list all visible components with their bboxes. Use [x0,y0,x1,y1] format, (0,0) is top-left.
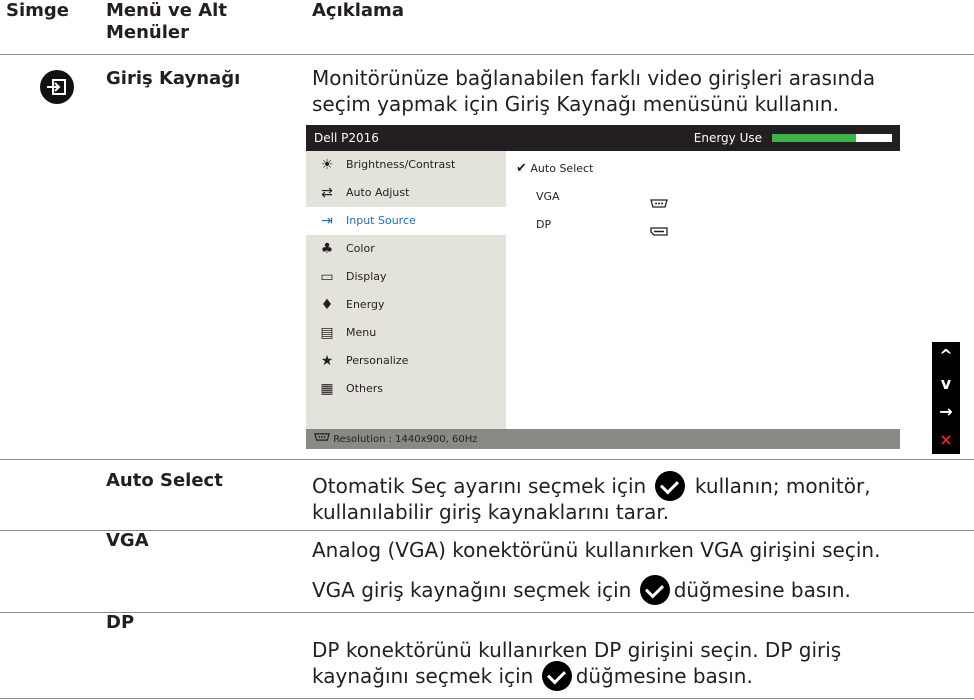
color-icon: ♣ [320,241,334,257]
osd-item-display[interactable]: ▭ Display [306,263,506,291]
row-desc-vga-line1: Analog (VGA) konektörünü kullanırken VGA… [312,538,881,562]
desc-text: VGA giriş kaynağını seçmek için [312,578,632,602]
close-button[interactable]: × [932,426,960,454]
osd-item-label: Others [346,382,383,395]
osd-energy-label: Energy Use [693,131,762,145]
row-title-auto-select: Auto Select [106,470,223,491]
input-source-icon [40,70,74,104]
osd-item-color[interactable]: ♣ Color [306,235,506,263]
osd-energy-fill [772,134,856,142]
osd-item-label: Display [346,270,387,283]
section-title: Giriş Kaynağı [106,68,241,89]
desc-text: düğmesine basın. [673,578,851,602]
menu-icon: ▤ [320,325,334,341]
up-icon: ^ [939,346,953,365]
osd-resolution: Resolution : 1440x900, 60Hz [333,434,478,445]
osd-item-label: Menu [346,326,377,339]
osd-option-vga[interactable]: VGA [536,183,560,211]
osd-item-label: Input Source [346,214,416,227]
osd-item-personalize[interactable]: ★ Personalize [306,347,506,375]
desc-text: düğmesine basın. [575,664,753,688]
desc-text: kullanın; monitör, [688,474,871,498]
vga-port-icon [314,429,330,449]
header-icon: Simge [6,0,69,21]
close-icon: × [939,430,953,449]
osd-model: Dell P2016 [314,131,379,145]
osd-item-brightness[interactable]: ☀ Brightness/Contrast [306,151,506,179]
header-divider [0,54,974,55]
bottom-divider [0,698,974,699]
header-menu-line1: Menü ve Alt [106,0,227,21]
osd-option-auto-select[interactable]: ✔ Auto Select [516,155,593,183]
monitor-icon: ▭ [320,269,334,285]
osd-option-label: DP [536,218,552,231]
osd-item-label: Auto Adjust [346,186,410,199]
row-desc-auto-select-line1: Otomatik Seç ayarını seçmek için kullanı… [312,470,871,501]
enter-icon: → [939,402,953,421]
input-icon: ⇥ [321,213,333,229]
osd-item-energy[interactable]: ♦ Energy [306,291,506,319]
grid-icon: ▦ [320,381,334,397]
arrows-icon: ⇄ [321,185,333,201]
drop-icon: ♦ [320,297,334,313]
row-desc-vga-line2: VGA giriş kaynağını seçmek için düğmesin… [312,574,851,605]
row-desc-dp-line1: DP konektörünü kullanırken DP girişini s… [312,638,842,662]
sun-icon: ☀ [320,157,334,173]
star-icon: ★ [320,353,334,369]
row-title-vga: VGA [106,530,149,551]
up-button[interactable]: ^ [932,342,960,370]
row-divider [0,612,974,613]
osd-option-label: Auto Select [530,162,594,175]
osd-item-menu[interactable]: ▤ Menu [306,319,506,347]
row-title-dp: DP [106,612,135,633]
osd-menu-list: ☀ Brightness/Contrast ⇄ Auto Adjust ⇥ In… [306,151,506,429]
osd-item-label: Energy [346,298,385,311]
osd-status-bar: Resolution : 1440x900, 60Hz [306,429,900,449]
osd-item-label: Color [346,242,375,255]
osd-item-others[interactable]: ▦ Others [306,375,506,403]
header-menu-line2: Menüler [106,22,190,43]
header-description: Açıklama [312,0,404,21]
osd-menu: Dell P2016 Energy Use ☀ Brightness/Contr… [306,125,900,449]
osd-option-dp[interactable]: DP [536,211,551,239]
checkmark-button-icon [639,574,670,605]
row-desc-auto-select-line2: kullanılabilir giriş kaynaklarını tarar. [312,500,670,524]
osd-title-bar: Dell P2016 Energy Use [306,125,900,151]
checkmark-icon: ✔ [516,161,527,176]
osd-item-label: Personalize [346,354,409,367]
vga-port-icon [650,193,668,212]
osd-item-auto-adjust[interactable]: ⇄ Auto Adjust [306,179,506,207]
osd-item-input-source[interactable]: ⇥ Input Source [306,207,506,235]
checkmark-button-icon [654,470,685,501]
row-divider [0,459,974,460]
section-desc-line1: Monitörünüze bağlanabilen farklı video g… [312,66,876,90]
osd-option-label: VGA [536,190,560,203]
section-desc-line2: seçim yapmak için Giriş Kaynağı menüsünü… [312,92,839,116]
down-button[interactable]: v [932,370,960,398]
osd-options: ✔ Auto Select VGA DP [506,151,900,429]
enter-button[interactable]: → [932,398,960,426]
desc-text: Otomatik Seç ayarını seçmek için [312,474,647,498]
checkmark-button-icon [541,660,572,691]
row-desc-dp-line2: kaynağını seçmek için düğmesine basın. [312,660,753,691]
down-icon: v [940,374,952,393]
osd-energy-bar [772,134,892,142]
dp-port-icon [650,221,668,240]
osd-item-label: Brightness/Contrast [346,158,456,171]
desc-text: kaynağını seçmek için [312,664,534,688]
